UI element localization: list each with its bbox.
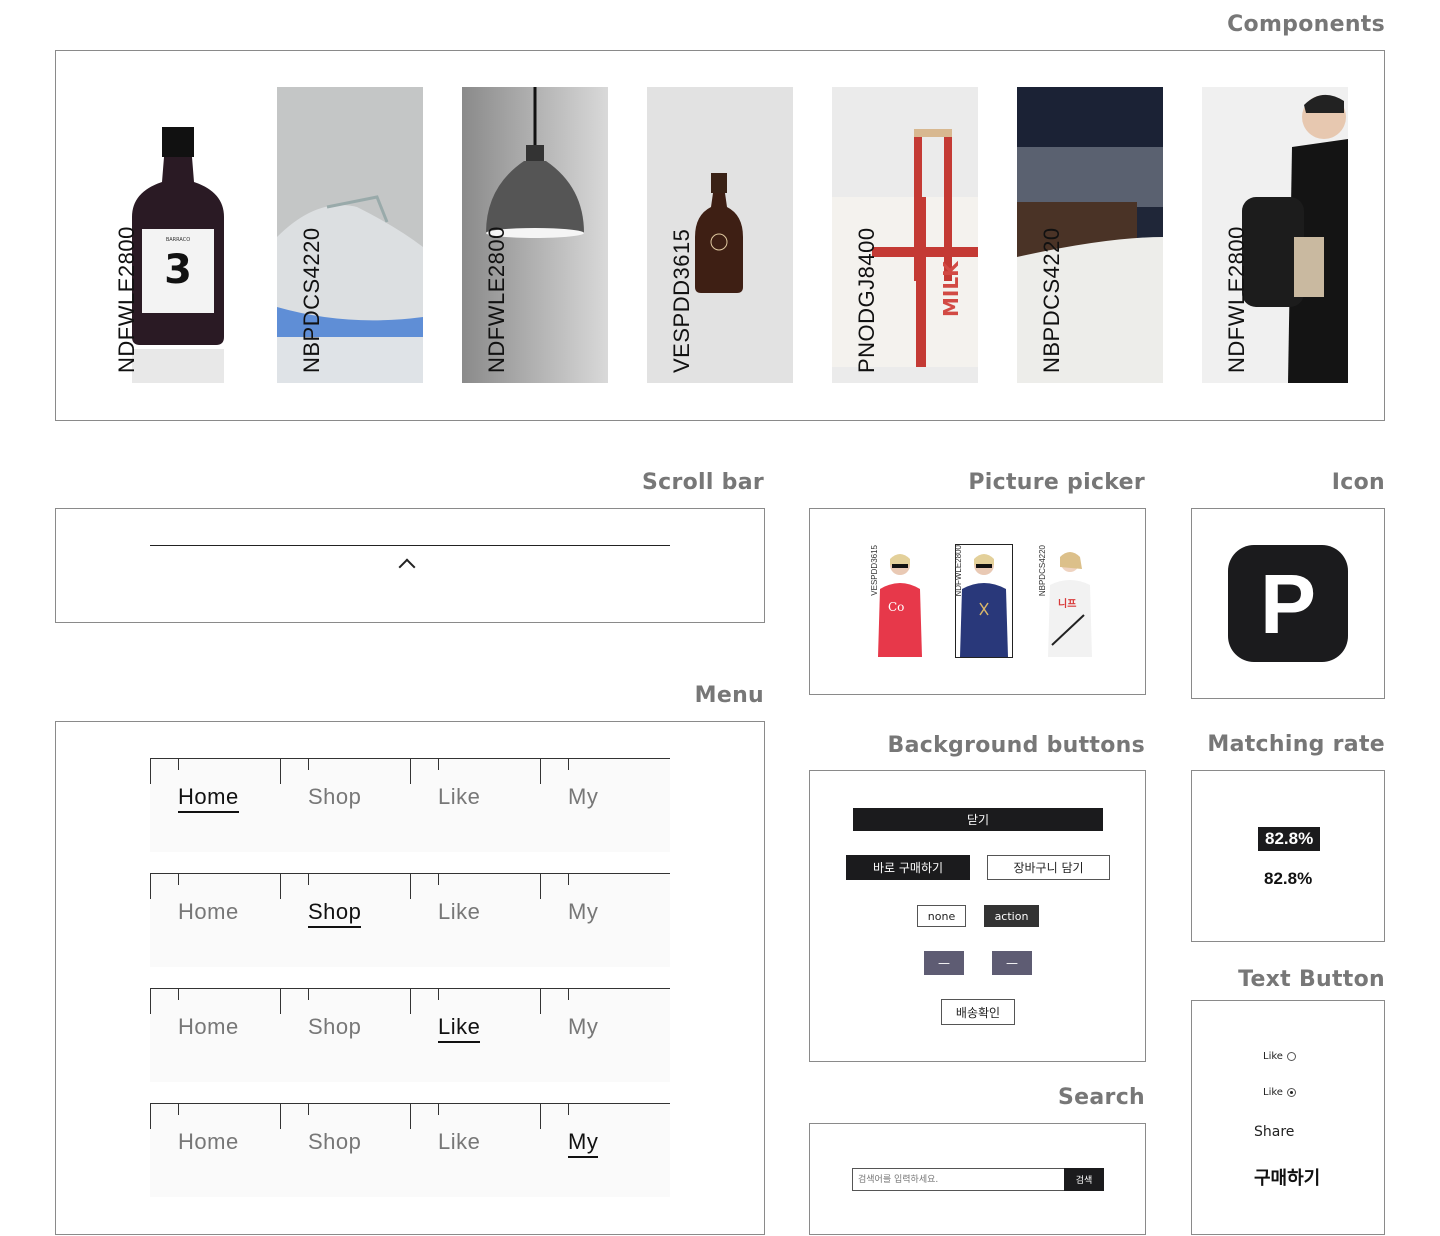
product-code: NDFWLE2800: [114, 226, 139, 373]
search-button[interactable]: 검색: [1064, 1168, 1104, 1191]
product-card[interactable]: NBPDCS4220: [277, 87, 423, 383]
menu-item-my[interactable]: My: [568, 1014, 598, 1040]
menu-item-my[interactable]: My: [568, 1129, 599, 1158]
product-code: NDFWLE2800: [484, 226, 509, 373]
menu-bar: Home Shop Like My: [150, 873, 670, 967]
menu-item-home[interactable]: Home: [178, 1129, 239, 1155]
icon-panel: P: [1191, 508, 1385, 699]
menu-item-like[interactable]: Like: [438, 1129, 480, 1155]
product-code: VESPDD3615: [669, 228, 694, 373]
svg-text:니프: 니프: [1058, 597, 1076, 610]
menu-bar: Home Shop Like My: [150, 1103, 670, 1197]
icon-letter: P: [1259, 556, 1317, 651]
menu-bar: Home Shop Like My: [150, 758, 670, 852]
menu-item-my[interactable]: My: [568, 784, 598, 810]
radio-off-icon: [1286, 1052, 1296, 1061]
menu-item-shop[interactable]: Shop: [308, 899, 362, 928]
product-card[interactable]: NDFWLE2800: [1202, 87, 1348, 383]
product-code: PNODGJ8400: [854, 227, 879, 373]
menu-item-like[interactable]: Like: [438, 899, 480, 925]
components-title: Components: [1227, 12, 1385, 37]
share-button[interactable]: Share: [1254, 1124, 1294, 1140]
minus-button[interactable]: —: [924, 951, 964, 975]
like-label: Like: [1263, 1087, 1283, 1098]
none-button[interactable]: none: [917, 905, 966, 927]
menu-item-like[interactable]: Like: [438, 784, 480, 810]
picker-image: [960, 554, 1008, 657]
buy-now-button[interactable]: 바로 구매하기: [846, 855, 970, 880]
menu-item-shop[interactable]: Shop: [308, 1014, 361, 1040]
menu-panel: Home Shop Like My Home Shop Like My Home…: [55, 721, 765, 1235]
add-to-cart-button[interactable]: 장바구니 담기: [987, 855, 1110, 880]
action-button[interactable]: action: [984, 905, 1039, 927]
menu-item-my[interactable]: My: [568, 899, 598, 925]
svg-text:MILK: MILK: [939, 260, 963, 317]
product-code: NDFWLE2800: [1224, 226, 1249, 373]
matching-rate-highlight: 82.8%: [1258, 827, 1321, 851]
menu-title: Menu: [694, 683, 764, 708]
picker-item[interactable]: VESPDD3615 Co: [870, 545, 928, 657]
svg-text:Co: Co: [888, 600, 904, 614]
close-button[interactable]: 닫기: [853, 808, 1103, 831]
components-panel: 3 BARRACO NDFWLE2800 NBPDCS4220 NDFWLE28…: [55, 50, 1385, 421]
product-card[interactable]: 3 BARRACO NDFWLE2800: [92, 87, 238, 383]
search-title: Search: [1058, 1085, 1145, 1110]
text-button-panel: Like Like Share 구매하기: [1191, 1000, 1385, 1235]
matching-rate-plain: 82.8%: [1264, 869, 1313, 888]
background-buttons-title: Background buttons: [887, 733, 1145, 758]
picker-image: 니프: [1048, 552, 1092, 657]
like-toggle-selected[interactable]: Like: [1263, 1087, 1296, 1098]
scrollbar-panel: [55, 508, 765, 623]
picker-image: Co: [878, 554, 922, 657]
background-buttons-panel: 닫기 바로 구매하기 장바구니 담기 none action — — 배송확인: [809, 770, 1146, 1062]
menu-item-home[interactable]: Home: [178, 784, 239, 813]
svg-text:3: 3: [164, 247, 192, 293]
buy-button[interactable]: 구매하기: [1254, 1164, 1320, 1190]
picture-picker-title: Picture picker: [968, 470, 1145, 495]
delivery-check-button[interactable]: 배송확인: [941, 999, 1015, 1025]
search-input[interactable]: [852, 1168, 1064, 1191]
picture-picker-panel: VESPDD3615 Co NDFWLE2800 NBPDCS4220 니프: [809, 508, 1146, 695]
menu-item-home[interactable]: Home: [178, 1014, 239, 1040]
product-card[interactable]: MILK PNODGJ8400: [832, 87, 978, 383]
minus-button[interactable]: —: [992, 951, 1032, 975]
picker-item[interactable]: NDFWLE2800: [954, 544, 1013, 658]
search-panel: 검색: [809, 1123, 1146, 1235]
picker-item[interactable]: NBPDCS4220 니프: [1038, 545, 1096, 657]
scroll-track[interactable]: [150, 545, 670, 546]
scrollbar-title: Scroll bar: [641, 470, 764, 495]
matching-rate-title: Matching rate: [1207, 732, 1385, 757]
chevron-up-icon[interactable]: [398, 558, 416, 576]
product-code: NBPDCS4220: [299, 227, 324, 373]
product-card[interactable]: VESPDD3615: [647, 87, 793, 383]
p-app-icon[interactable]: P: [1228, 545, 1348, 662]
menu-item-like[interactable]: Like: [438, 1014, 481, 1043]
text-button-title: Text Button: [1238, 967, 1385, 992]
like-label: Like: [1263, 1051, 1283, 1062]
product-card[interactable]: NBPDCS4220: [1017, 87, 1163, 383]
menu-item-shop[interactable]: Shop: [308, 784, 361, 810]
radio-on-icon: [1286, 1088, 1296, 1097]
product-card[interactable]: NDFWLE2800: [462, 87, 608, 383]
menu-bar: Home Shop Like My: [150, 988, 670, 1082]
menu-item-home[interactable]: Home: [178, 899, 239, 925]
like-toggle[interactable]: Like: [1263, 1051, 1296, 1062]
menu-item-shop[interactable]: Shop: [308, 1129, 361, 1155]
icon-title: Icon: [1331, 470, 1385, 495]
matching-rate-panel: 82.8% 82.8%: [1191, 770, 1385, 942]
svg-text:BARRACO: BARRACO: [166, 237, 190, 243]
product-code: NBPDCS4220: [1039, 227, 1064, 373]
